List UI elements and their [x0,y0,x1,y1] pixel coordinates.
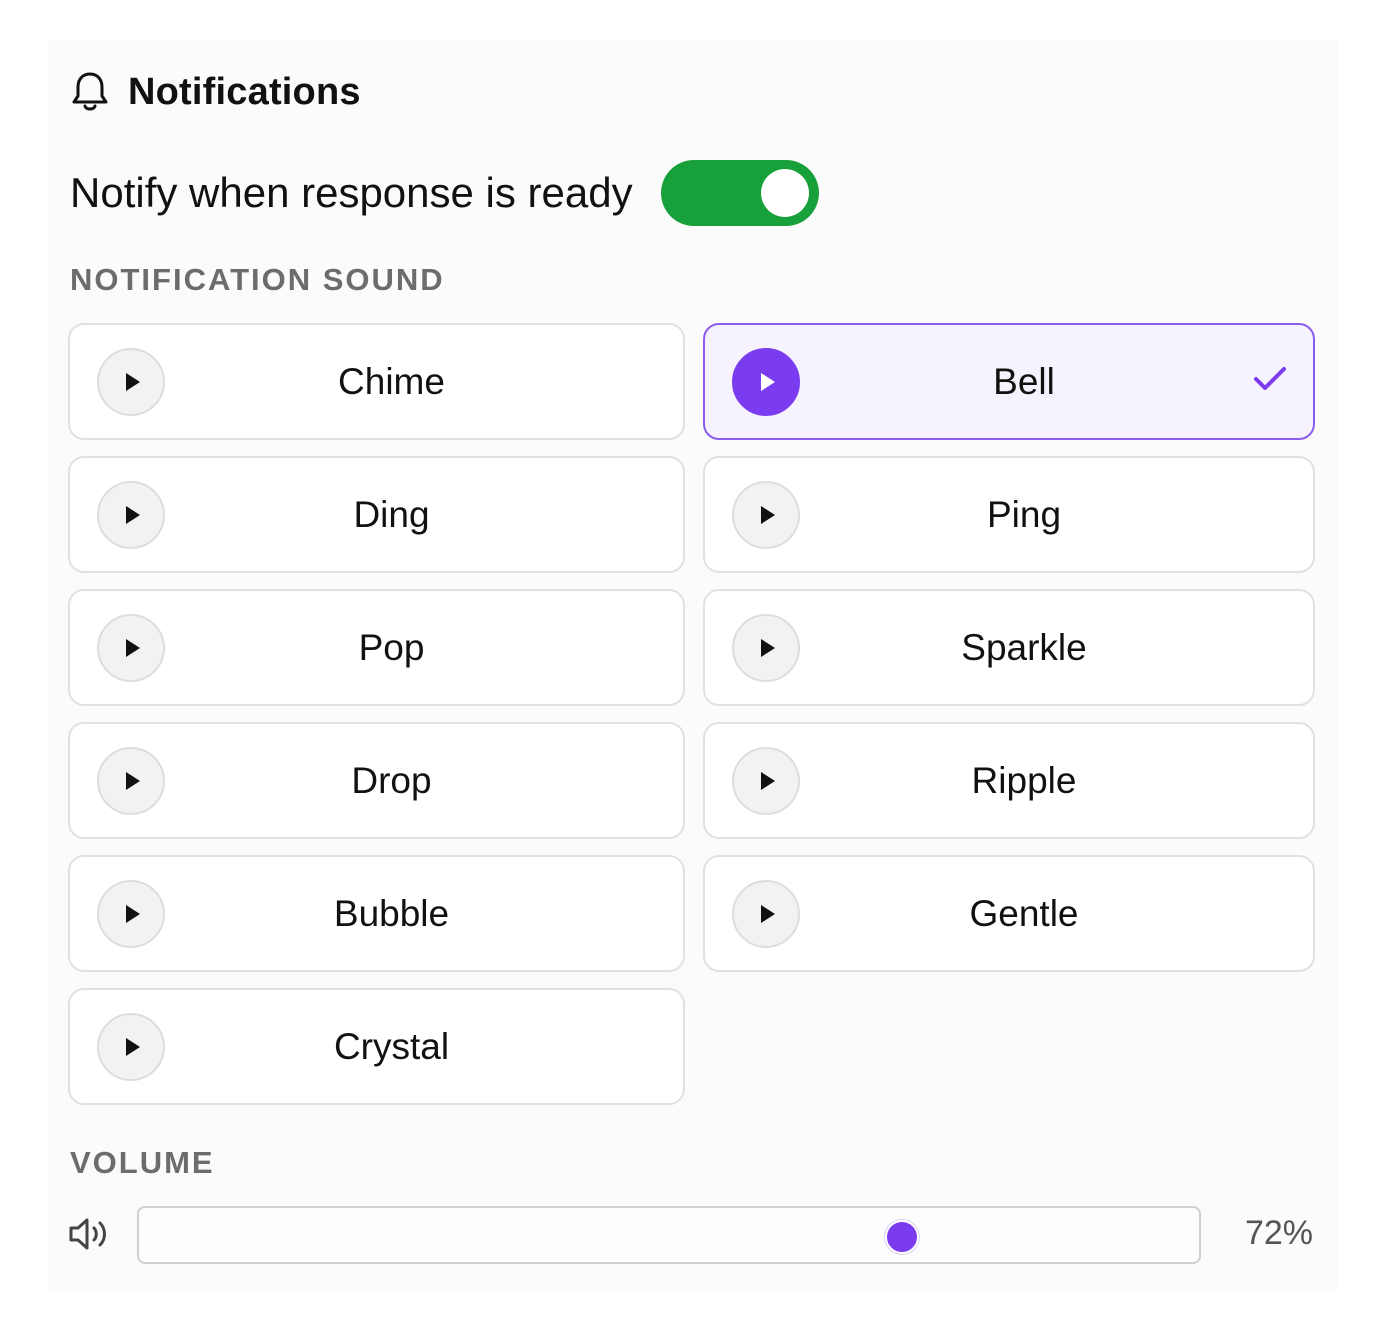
sound-option[interactable]: Bubble [68,855,685,972]
sound-name: Ripple [971,759,1077,801]
toggle-knob [760,169,809,217]
sound-name: Sparkle [961,626,1087,668]
check-icon [1253,365,1287,398]
volume-value: 72% [1244,1214,1313,1252]
sound-options-grid: Chime Bell Ding Ping Pop Sparkle Drop Ri… [68,323,1315,1105]
sound-name: Pop [358,626,425,668]
volume-row: 72% [68,1206,1315,1264]
sound-name: Ping [986,493,1062,535]
notify-label: Notify when response is ready [70,169,633,216]
volume-slider[interactable] [137,1206,1201,1264]
speaker-icon [68,1216,112,1257]
sound-option[interactable]: Pop [68,589,685,706]
page-title: Notifications [128,70,361,113]
sound-option[interactable]: Drop [68,722,685,839]
sound-option[interactable]: Sparkle [703,589,1315,706]
notify-toggle[interactable] [660,160,819,226]
sound-option[interactable]: Ping [703,456,1315,573]
sound-option[interactable]: Bell [703,323,1315,440]
sound-section-label: NOTIFICATION SOUND [70,262,445,297]
sound-name: Bell [993,360,1055,402]
volume-label: VOLUME [70,1145,215,1180]
sound-name: Drop [351,759,432,801]
sound-name: Ding [353,493,430,535]
sound-name: Chime [338,360,445,402]
volume-slider-thumb[interactable] [885,1220,920,1254]
sound-option[interactable]: Ripple [703,722,1315,839]
sound-name: Bubble [333,892,450,934]
notifications-header: Notifications [70,70,361,114]
sound-option[interactable]: Gentle [703,855,1315,972]
sound-option[interactable]: Ding [68,456,685,573]
notify-setting-row: Notify when response is ready [70,160,819,226]
bell-icon [70,70,110,114]
sound-option[interactable]: Crystal [68,988,685,1105]
sound-name: Crystal [333,1025,450,1067]
sound-name: Gentle [969,892,1079,934]
sound-option[interactable]: Chime [68,323,685,440]
